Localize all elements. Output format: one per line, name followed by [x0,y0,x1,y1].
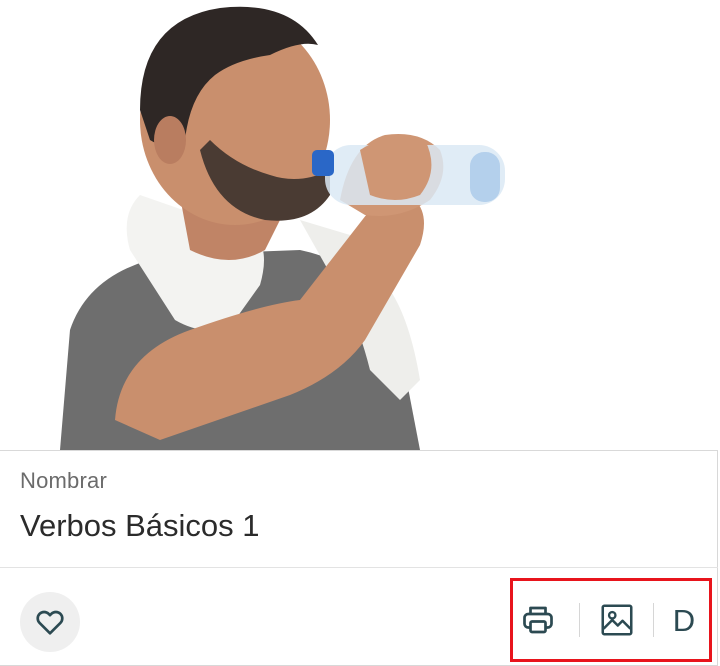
footer-divider [0,567,718,568]
image-button[interactable] [597,600,637,640]
card-title[interactable]: Verbos Básicos 1 [20,508,260,544]
printer-icon [523,606,553,634]
man-drinking-illustration [60,6,505,450]
activity-card: Nombrar Verbos Básicos 1 D [0,0,718,666]
action-separator [653,603,654,637]
action-separator [579,603,580,637]
card-category: Nombrar [20,468,107,493]
favorite-button[interactable] [20,592,80,652]
card-image[interactable] [0,0,718,450]
image-divider [0,450,718,451]
print-button[interactable] [518,601,558,639]
image-icon [601,604,633,636]
letter-button[interactable]: D [666,601,702,641]
heart-icon [36,610,64,635]
